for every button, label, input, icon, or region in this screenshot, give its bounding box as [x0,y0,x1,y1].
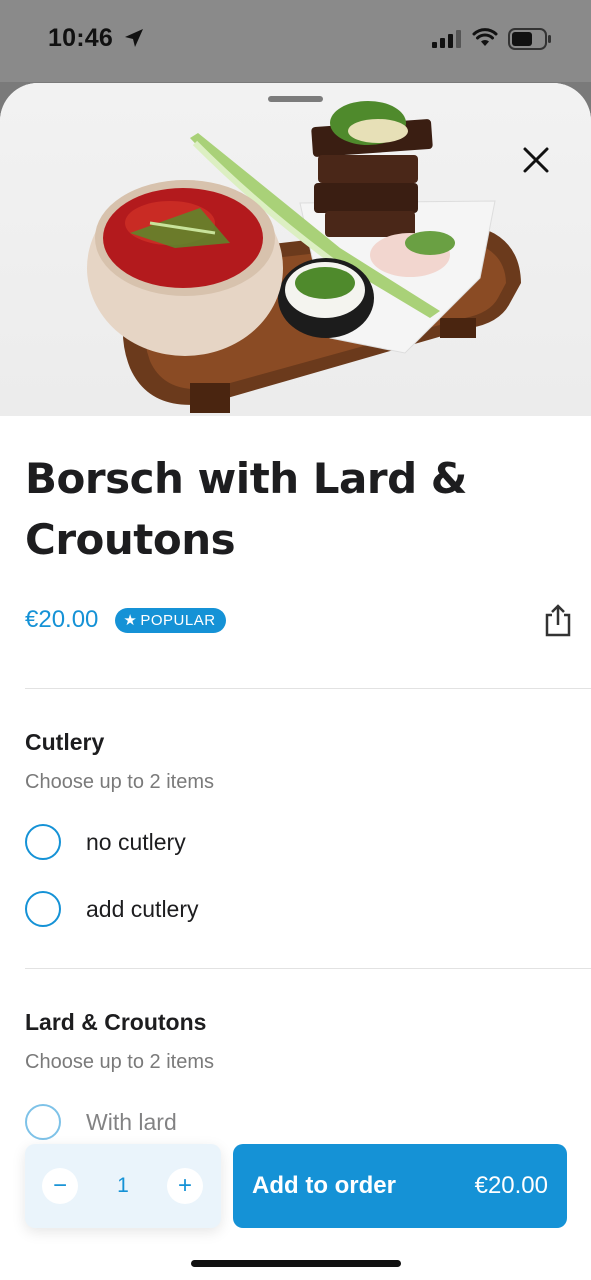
wifi-icon [472,28,498,46]
location-arrow-icon [125,29,143,47]
product-sheet: Borsch with Lard & Croutons €20.00 ★ POP… [0,83,591,1280]
badge-label: POPULAR [140,611,216,629]
radio-circle[interactable] [25,891,61,927]
option-label: add cutlery [86,895,199,922]
divider [25,968,591,969]
option-add-cutlery[interactable]: add cutlery [25,891,199,927]
radio-circle[interactable] [25,824,61,860]
option-label: no cutlery [86,828,186,855]
add-to-order-price: €20.00 [474,1172,548,1199]
option-no-cutlery[interactable]: no cutlery [25,824,186,860]
price-row: €20.00 ★ POPULAR [25,603,226,637]
battery-icon [508,28,551,50]
borsch-photo-illustration [87,101,522,413]
increase-quantity-button[interactable]: + [167,1168,203,1204]
plus-icon: + [177,1172,192,1199]
close-button[interactable] [514,138,558,182]
section-subtitle-cutlery: Choose up to 2 items [25,771,214,793]
add-to-order-button[interactable]: Add to order €20.00 [233,1144,567,1228]
product-image [0,83,591,416]
add-to-order-label: Add to order [252,1172,396,1199]
radio-circle[interactable] [25,1104,61,1140]
share-icon [545,604,571,637]
home-indicator [191,1260,401,1267]
sheet-grabber[interactable] [268,96,323,102]
product-title: Borsch with Lard & Croutons [25,454,467,564]
status-bar: 10:46 [0,0,591,82]
section-subtitle-lard-croutons: Choose up to 2 items [25,1051,214,1073]
status-time: 10:46 [48,24,113,52]
popular-badge: ★ POPULAR [115,607,226,633]
signal-icon [432,30,461,48]
option-with-lard[interactable]: With lard [25,1104,177,1140]
divider [25,688,591,689]
quantity-stepper: − 1 + [25,1144,221,1228]
star-icon: ★ [123,612,138,629]
option-label: With lard [86,1108,177,1135]
section-title-lard-croutons: Lard & Croutons [25,1009,207,1035]
section-title-cutlery: Cutlery [25,729,105,755]
product-price: €20.00 [25,606,99,633]
share-button[interactable] [543,603,573,637]
close-icon [523,147,549,173]
